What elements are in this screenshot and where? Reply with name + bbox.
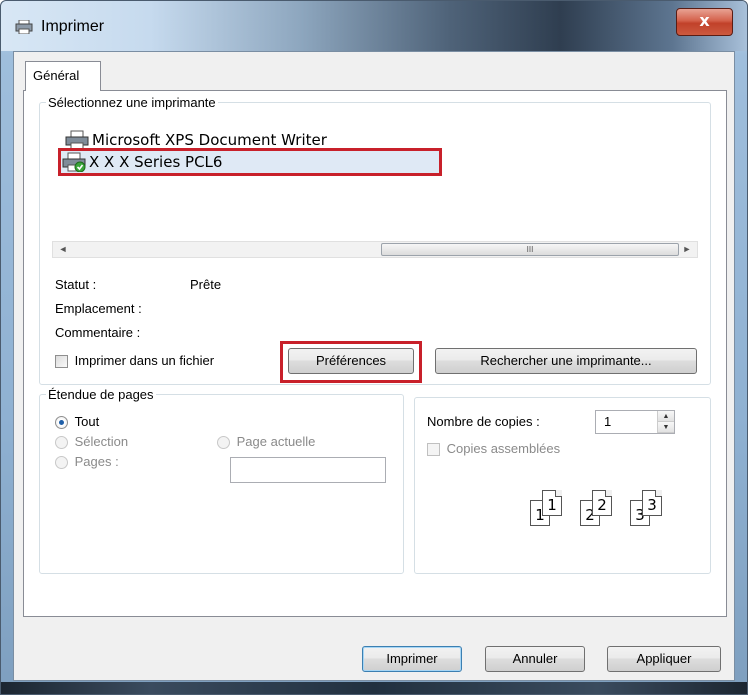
print-dialog-window: Imprimer x Général Sélectionnez une impr… xyxy=(0,0,748,695)
page-sheet: 1 xyxy=(542,490,562,516)
grip-icon: III xyxy=(526,245,534,254)
comment-label: Commentaire : xyxy=(55,325,141,340)
page-range-legend: Étendue de pages xyxy=(48,387,154,402)
location-label: Emplacement : xyxy=(55,301,142,316)
range-selection-label: Sélection xyxy=(74,434,129,449)
spinner-buttons[interactable]: ▲ ▼ xyxy=(657,411,674,433)
copies-value[interactable]: 1 xyxy=(604,414,611,429)
pages-input[interactable] xyxy=(230,457,386,483)
copies-group: Nombre de copies : 1 ▲ ▼ Copies assemblé… xyxy=(414,397,711,574)
title-bar[interactable]: Imprimer x xyxy=(1,1,747,51)
collate-option[interactable]: Copies assemblées xyxy=(427,441,561,457)
preferences-button[interactable]: Préférences xyxy=(288,348,414,374)
scroll-right-icon[interactable]: ► xyxy=(679,242,695,257)
close-button[interactable]: x xyxy=(676,8,733,36)
range-current-page-label: Page actuelle xyxy=(236,434,316,449)
collate-checkbox[interactable] xyxy=(427,443,440,457)
close-icon: x xyxy=(699,11,710,30)
copies-label: Nombre de copies : xyxy=(427,414,540,429)
print-to-file-label: Imprimer dans un fichier xyxy=(74,353,215,368)
scrollbar-thumb[interactable]: III xyxy=(381,243,679,256)
page-sheet: 3 xyxy=(642,490,662,516)
spin-up-icon[interactable]: ▲ xyxy=(658,411,674,422)
printer-group-legend: Sélectionnez une imprimante xyxy=(48,95,216,110)
range-all-label: Tout xyxy=(74,414,100,429)
printer-group: Sélectionnez une imprimante Microsoft XP… xyxy=(39,95,711,385)
tab-general-label: Général xyxy=(33,68,80,83)
range-current-page-radio[interactable] xyxy=(217,436,230,450)
printer-icon xyxy=(65,130,89,150)
printer-list[interactable]: Microsoft XPS Document Writer X X X Seri… xyxy=(52,118,692,228)
range-current-page-option[interactable]: Page actuelle xyxy=(217,434,316,450)
spin-down-icon[interactable]: ▼ xyxy=(658,422,674,433)
page-range-group: Étendue de pages Tout Sélection Pages : … xyxy=(39,387,404,574)
tab-general[interactable]: Général xyxy=(25,61,101,91)
default-printer-icon xyxy=(62,152,86,172)
find-printer-button[interactable]: Rechercher une imprimante... xyxy=(435,348,697,374)
range-selection-radio[interactable] xyxy=(55,436,68,450)
range-selection-option[interactable]: Sélection xyxy=(55,434,129,450)
range-all-radio[interactable] xyxy=(55,416,68,430)
status-label: Statut : xyxy=(55,277,97,292)
copies-spinner[interactable]: 1 ▲ ▼ xyxy=(595,410,675,434)
collate-illustration: 1 1 2 2 3 3 xyxy=(530,486,690,530)
range-all-option[interactable]: Tout xyxy=(55,414,100,430)
range-pages-radio[interactable] xyxy=(55,456,68,470)
apply-button[interactable]: Appliquer xyxy=(607,646,721,672)
print-to-file-checkbox[interactable] xyxy=(55,355,68,369)
page-sheet: 2 xyxy=(592,490,612,516)
print-to-file-option[interactable]: Imprimer dans un fichier xyxy=(55,353,215,369)
printer-name: Microsoft XPS Document Writer xyxy=(92,131,327,149)
collate-label: Copies assemblées xyxy=(446,441,561,456)
printer-item-xxx-pcl6[interactable]: X X X Series PCL6 xyxy=(58,148,442,176)
window-title: Imprimer xyxy=(41,18,105,35)
status-value: Prête xyxy=(190,277,222,292)
range-pages-option[interactable]: Pages : xyxy=(55,454,119,470)
dialog-body: Général Sélectionnez une imprimante Micr… xyxy=(13,51,735,681)
printer-list-scrollbar[interactable]: ◄ III ► xyxy=(52,241,698,258)
print-button[interactable]: Imprimer xyxy=(362,646,462,672)
range-pages-label: Pages : xyxy=(74,454,119,469)
scroll-left-icon[interactable]: ◄ xyxy=(55,242,71,257)
printer-icon xyxy=(15,20,33,34)
printer-name: X X X Series PCL6 xyxy=(89,153,223,171)
cancel-button[interactable]: Annuler xyxy=(485,646,585,672)
tab-panel-general: Sélectionnez une imprimante Microsoft XP… xyxy=(23,90,727,617)
